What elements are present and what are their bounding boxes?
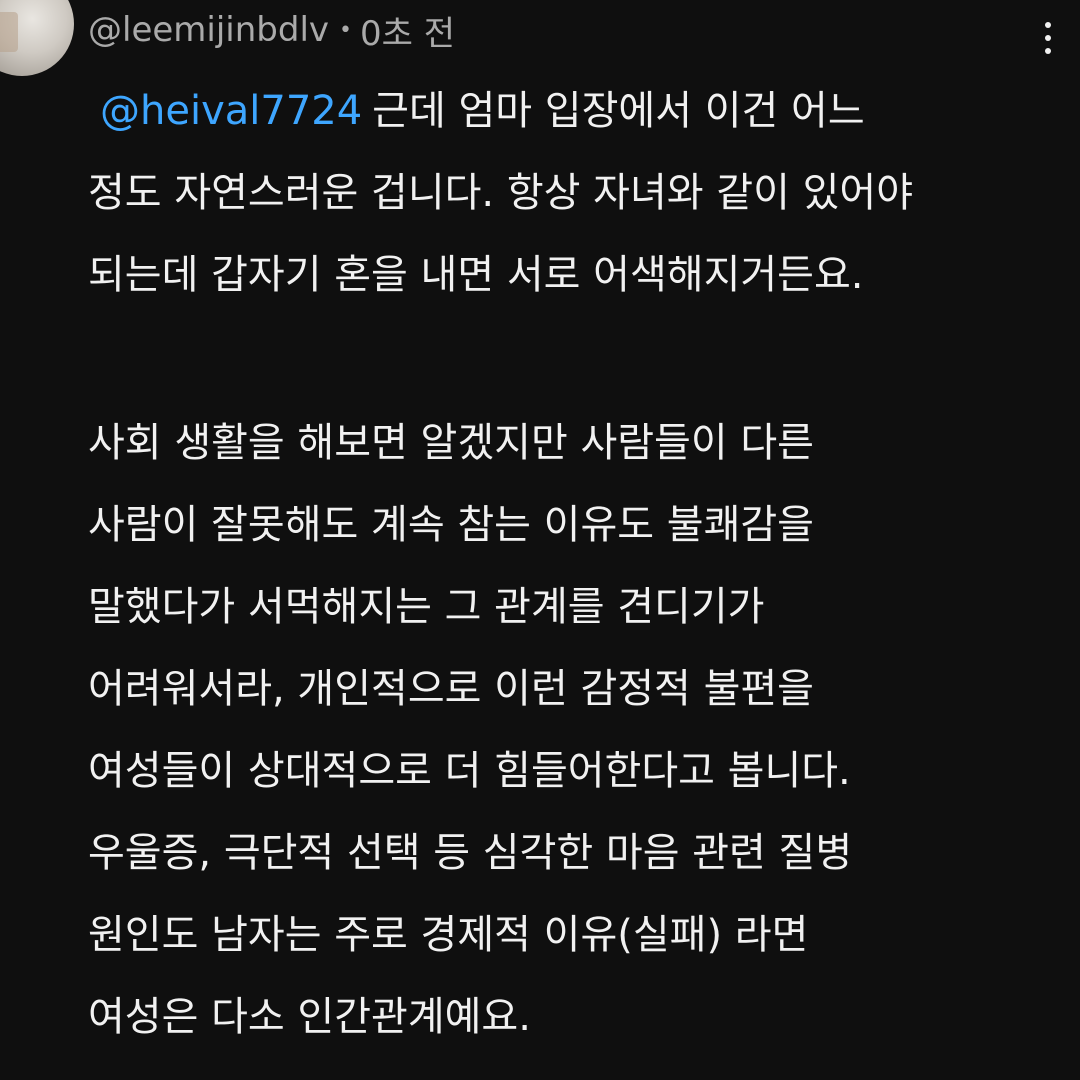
comment-line: 정도 자연스러운 겁니다. 항상 자녀와 같이 있어야 — [88, 170, 914, 216]
comment-line: 여성은 다소 인간관계예요. — [88, 994, 531, 1040]
comment-line: 되는데 갑자기 혼을 내면 서로 어색해지거든요. — [88, 252, 864, 298]
comment-line-1-text: 근데 엄마 입장에서 이건 어느 — [372, 88, 865, 134]
paragraph-break — [88, 316, 1068, 402]
comment-header: @leemijinbdlv • 0초 전 — [88, 6, 455, 54]
comment-line: 사람이 잘못해도 계속 참는 이유도 불쾌감을 — [88, 502, 814, 548]
comment-line: 원인도 남자는 주로 경제적 이유(실패) 라면 — [88, 912, 809, 958]
comment-body: @heival7724 근데 엄마 입장에서 이건 어느 정도 자연스러운 겁니다… — [88, 70, 1068, 1058]
comment-line: 사회 생활을 해보면 알겠지만 사람들이 다른 — [88, 420, 814, 466]
comment-line: 말했다가 서먹해지는 그 관계를 견디기가 — [88, 584, 765, 630]
avatar-image-detail — [0, 12, 18, 52]
comment-timestamp[interactable]: 0초 전 — [360, 6, 455, 55]
more-vertical-icon — [1045, 22, 1051, 28]
comment-line: 여성들이 상대적으로 더 힘들어한다고 봅니다. — [88, 748, 851, 794]
more-vertical-icon-dot-2 — [1045, 35, 1051, 41]
comment-line-1: @heival7724 근데 엄마 입장에서 이건 어느 — [88, 70, 1068, 152]
header-separator: • — [339, 17, 353, 43]
author-handle[interactable]: @leemijinbdlv — [88, 10, 329, 50]
more-vertical-icon-dot-3 — [1045, 48, 1051, 54]
comment-line: 어려워서라, 개인적으로 이런 감정적 불편을 — [88, 666, 814, 712]
more-options-button[interactable] — [1024, 14, 1072, 62]
comment-line: 우울증, 극단적 선택 등 심각한 마음 관련 질병 — [88, 830, 853, 876]
author-avatar[interactable] — [0, 0, 74, 76]
mention-link[interactable]: @heival7724 — [100, 88, 362, 134]
